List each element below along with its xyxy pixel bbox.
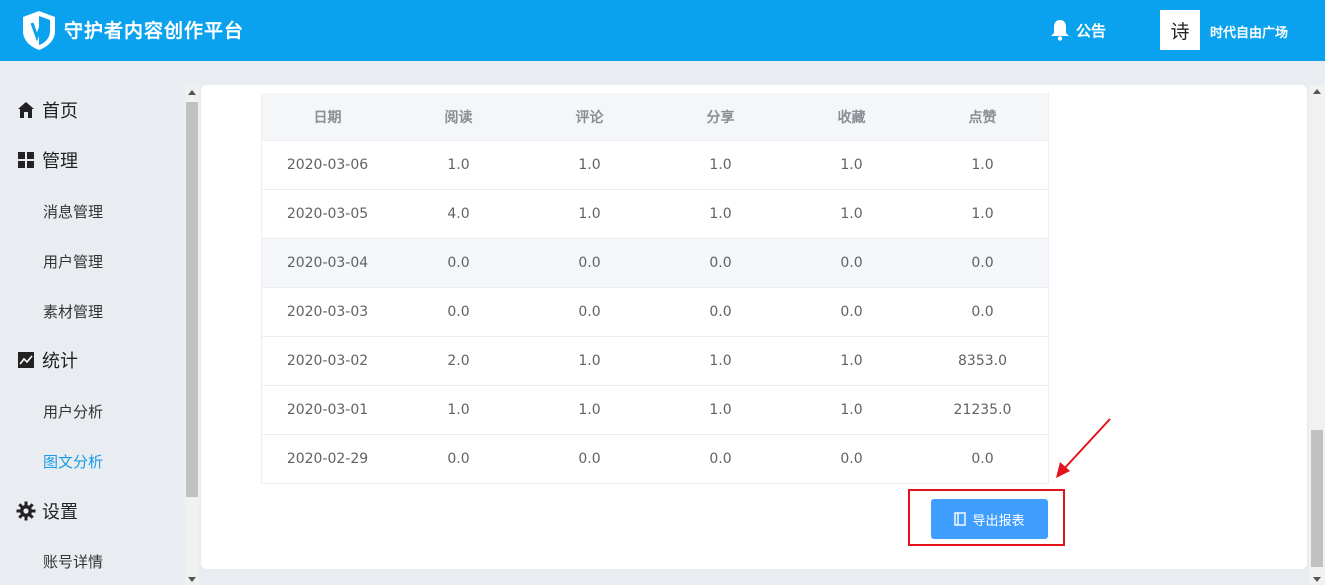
cell-shares: 1.0 bbox=[709, 157, 732, 173]
cell-date: 2020-02-29 bbox=[286, 451, 369, 467]
table-row: 2020-03-06 1.0 1.0 1.0 1.0 1.0 bbox=[262, 140, 1048, 189]
home-icon bbox=[16, 100, 36, 120]
app-title: 守护者内容创作平台 bbox=[64, 20, 245, 42]
cell-reads: 4.0 bbox=[447, 206, 470, 222]
cell-favorites: 0.0 bbox=[840, 304, 863, 320]
scroll-down-arrow-icon[interactable] bbox=[1313, 577, 1321, 582]
cell-likes: 0.0 bbox=[971, 451, 994, 467]
scroll-up-arrow-icon[interactable] bbox=[188, 90, 196, 95]
page-scrollbar[interactable] bbox=[1309, 85, 1325, 585]
shield-logo-icon[interactable] bbox=[20, 9, 58, 51]
cell-favorites: 1.0 bbox=[840, 157, 863, 173]
cell-comments: 1.0 bbox=[578, 157, 601, 173]
chart-line-icon bbox=[16, 350, 36, 370]
sidebar-item-label: 统计 bbox=[42, 351, 78, 372]
table-row: 2020-02-29 0.0 0.0 0.0 0.0 0.0 bbox=[262, 434, 1048, 483]
cell-reads: 0.0 bbox=[447, 451, 470, 467]
top-bar: 守护者内容创作平台 公告 诗 时代自由广场 bbox=[0, 0, 1325, 61]
sidebar-item-material-manage[interactable]: 素材管理 bbox=[43, 301, 103, 322]
grid-icon bbox=[16, 150, 36, 170]
cell-date: 2020-03-06 bbox=[286, 157, 369, 173]
main-content-card: 日期 阅读 评论 分享 收藏 点赞 2020-03-06 1.0 1.0 1.0 1.0… bbox=[201, 85, 1307, 569]
cell-reads: 0.0 bbox=[447, 304, 470, 320]
bell-icon bbox=[1051, 20, 1069, 41]
cell-reads: 1.0 bbox=[447, 157, 470, 173]
sidebar-item-settings[interactable]: 设置 bbox=[16, 498, 78, 524]
user-name[interactable]: 时代自由广场 bbox=[1210, 22, 1288, 41]
gear-icon bbox=[16, 501, 36, 521]
cell-comments: 0.0 bbox=[578, 451, 601, 467]
cell-date: 2020-03-04 bbox=[286, 255, 369, 271]
cell-likes: 1.0 bbox=[971, 157, 994, 173]
scroll-down-arrow-icon[interactable] bbox=[188, 577, 196, 582]
cell-shares: 0.0 bbox=[709, 255, 732, 271]
scrollbar-thumb[interactable] bbox=[1311, 430, 1323, 567]
cell-date: 2020-03-03 bbox=[286, 304, 369, 320]
cell-date: 2020-03-02 bbox=[286, 353, 369, 369]
cell-comments: 0.0 bbox=[578, 255, 601, 271]
export-button-label: 导出报表 bbox=[972, 513, 1025, 529]
data-table: 日期 阅读 评论 分享 收藏 点赞 2020-03-06 1.0 1.0 1.0 1.0… bbox=[261, 93, 1049, 484]
cell-likes: 1.0 bbox=[971, 206, 994, 222]
document-icon bbox=[954, 512, 967, 526]
cell-date: 2020-03-05 bbox=[286, 206, 369, 222]
cell-favorites: 1.0 bbox=[840, 353, 863, 369]
cell-favorites: 0.0 bbox=[840, 451, 863, 467]
sidebar-item-article-analysis[interactable]: 图文分析 bbox=[43, 451, 103, 472]
sidebar-item-home[interactable]: 首页 bbox=[16, 97, 78, 123]
cell-reads: 0.0 bbox=[447, 255, 470, 271]
cell-comments: 0.0 bbox=[578, 304, 601, 320]
cell-comments: 1.0 bbox=[578, 402, 601, 418]
cell-likes: 0.0 bbox=[971, 304, 994, 320]
table-row: 2020-03-05 4.0 1.0 1.0 1.0 1.0 bbox=[262, 189, 1048, 238]
notice-button[interactable]: 公告 bbox=[1050, 19, 1106, 41]
cell-favorites: 0.0 bbox=[840, 255, 863, 271]
cell-likes: 0.0 bbox=[971, 255, 994, 271]
cell-shares: 0.0 bbox=[709, 304, 732, 320]
scroll-up-arrow-icon[interactable] bbox=[1313, 89, 1321, 94]
sidebar-scrollbar[interactable] bbox=[185, 85, 199, 585]
column-header-date: 日期 bbox=[313, 109, 342, 126]
cell-likes: 8353.0 bbox=[958, 353, 1007, 369]
table-row: 2020-03-01 1.0 1.0 1.0 1.0 21235.0 bbox=[262, 385, 1048, 434]
sidebar-item-user-manage[interactable]: 用户管理 bbox=[43, 251, 103, 272]
cell-shares: 1.0 bbox=[709, 353, 732, 369]
table-row: 2020-03-03 0.0 0.0 0.0 0.0 0.0 bbox=[262, 287, 1048, 336]
column-header-likes: 点赞 bbox=[968, 109, 997, 126]
cell-shares: 1.0 bbox=[709, 402, 732, 418]
cell-comments: 1.0 bbox=[578, 353, 601, 369]
sidebar-item-label: 管理 bbox=[42, 151, 78, 172]
scrollbar-thumb[interactable] bbox=[186, 102, 198, 497]
table-row: 2020-03-02 2.0 1.0 1.0 1.0 8353.0 bbox=[262, 336, 1048, 385]
sidebar-item-manage[interactable]: 管理 bbox=[16, 147, 78, 173]
table-header-row: 日期 阅读 评论 分享 收藏 点赞 bbox=[262, 93, 1048, 140]
column-header-comments: 评论 bbox=[575, 109, 604, 126]
sidebar: 首页 管理 消息管理 用户管理 素材管理 统计 用户分析 图文分析 设置 账号详… bbox=[0, 61, 185, 585]
annotation-arrow-icon bbox=[1056, 418, 1111, 478]
avatar[interactable]: 诗 bbox=[1160, 10, 1200, 50]
sidebar-item-label: 首页 bbox=[42, 101, 78, 122]
cell-date: 2020-03-01 bbox=[286, 402, 369, 418]
table-row: 2020-03-04 0.0 0.0 0.0 0.0 0.0 bbox=[262, 238, 1048, 287]
column-header-reads: 阅读 bbox=[444, 109, 473, 126]
notice-label: 公告 bbox=[1076, 21, 1107, 40]
cell-comments: 1.0 bbox=[578, 206, 601, 222]
sidebar-item-user-analysis[interactable]: 用户分析 bbox=[43, 401, 103, 422]
column-header-favorites: 收藏 bbox=[837, 109, 866, 126]
column-header-shares: 分享 bbox=[706, 109, 735, 126]
sidebar-item-label: 设置 bbox=[42, 502, 78, 523]
sidebar-item-message-manage[interactable]: 消息管理 bbox=[43, 201, 103, 222]
export-report-button[interactable]: 导出报表 bbox=[931, 499, 1048, 539]
sidebar-item-stats[interactable]: 统计 bbox=[16, 347, 78, 373]
cell-shares: 1.0 bbox=[709, 206, 732, 222]
cell-favorites: 1.0 bbox=[840, 402, 863, 418]
cell-shares: 0.0 bbox=[709, 451, 732, 467]
cell-favorites: 1.0 bbox=[840, 206, 863, 222]
sidebar-item-account-detail[interactable]: 账号详情 bbox=[43, 551, 103, 572]
cell-likes: 21235.0 bbox=[953, 402, 1012, 418]
cell-reads: 1.0 bbox=[447, 402, 470, 418]
cell-reads: 2.0 bbox=[447, 353, 470, 369]
